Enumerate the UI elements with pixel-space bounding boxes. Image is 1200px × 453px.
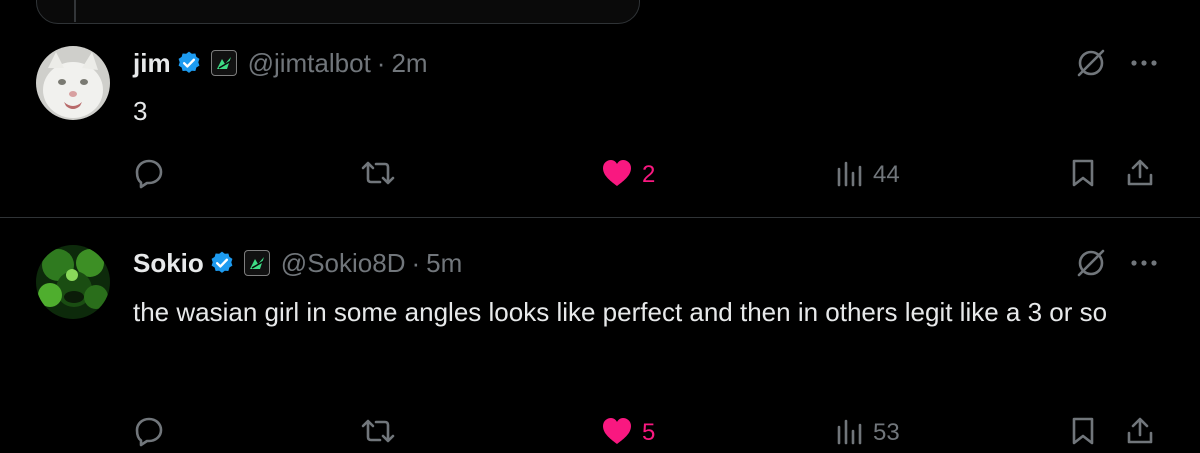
view-count: 44: [873, 161, 900, 188]
post-actions: 5 53: [0, 413, 1200, 453]
like-count: 2: [642, 161, 656, 188]
post-jim[interactable]: jim @jimtalbot · 2m 3 2 44: [0, 0, 1200, 218]
views-icon: [835, 415, 865, 452]
post-header: jim @jimtalbot · 2m: [133, 45, 428, 81]
separator-dot: ·: [411, 247, 421, 278]
share-icon: [1124, 415, 1156, 452]
post-text: 3: [133, 96, 148, 126]
handle[interactable]: @jimtalbot: [248, 48, 371, 79]
heart-icon: [600, 415, 634, 452]
separator-dot: ·: [376, 47, 386, 78]
share-button[interactable]: [1124, 413, 1156, 453]
share-button[interactable]: [1124, 155, 1156, 195]
post-sokio[interactable]: Sokio @Sokio8D · 5m the wasian girl in s…: [0, 218, 1200, 449]
views-button[interactable]: 44: [835, 155, 900, 195]
post-text: the wasian girl in some angles looks lik…: [133, 297, 1108, 327]
affiliate-badge-icon[interactable]: [243, 250, 270, 276]
views-icon: [835, 157, 865, 194]
like-count: 5: [642, 419, 656, 446]
repost-icon: [360, 157, 396, 194]
display-name[interactable]: jim: [133, 48, 171, 79]
display-name[interactable]: Sokio: [133, 248, 204, 279]
timestamp[interactable]: 2m: [391, 48, 427, 79]
repost-icon: [360, 415, 396, 452]
views-button[interactable]: 53: [835, 413, 900, 453]
white-cat-avatar-image: [36, 46, 110, 120]
heart-icon: [600, 157, 634, 194]
bookmark-button[interactable]: [1068, 155, 1098, 195]
post-actions: 2 44: [0, 155, 1200, 195]
repost-button[interactable]: [360, 155, 396, 195]
repost-button[interactable]: [360, 413, 396, 453]
green-dark-avatar-image: [36, 245, 110, 319]
bookmark-button[interactable]: [1068, 413, 1098, 453]
grok-icon[interactable]: [1074, 46, 1108, 85]
affiliate-badge-icon[interactable]: [210, 50, 237, 76]
view-count: 53: [873, 419, 900, 446]
timestamp[interactable]: 5m: [426, 248, 462, 279]
share-icon: [1124, 157, 1156, 194]
verified-badge-icon: [209, 250, 235, 276]
more-icon[interactable]: [1128, 48, 1160, 83]
grok-icon[interactable]: [1074, 246, 1108, 285]
reply-button[interactable]: [133, 155, 165, 195]
like-button[interactable]: 2: [600, 155, 655, 195]
reply-icon: [133, 415, 165, 452]
post-header: Sokio @Sokio8D · 5m: [133, 245, 462, 281]
bookmark-icon: [1068, 415, 1098, 452]
reply-button[interactable]: [133, 413, 165, 453]
more-icon[interactable]: [1128, 248, 1160, 283]
bookmark-icon: [1068, 157, 1098, 194]
reply-icon: [133, 157, 165, 194]
handle[interactable]: @Sokio8D: [281, 248, 406, 279]
avatar[interactable]: [36, 245, 110, 319]
avatar[interactable]: [36, 46, 110, 120]
like-button[interactable]: 5: [600, 413, 655, 453]
verified-badge-icon: [176, 50, 202, 76]
